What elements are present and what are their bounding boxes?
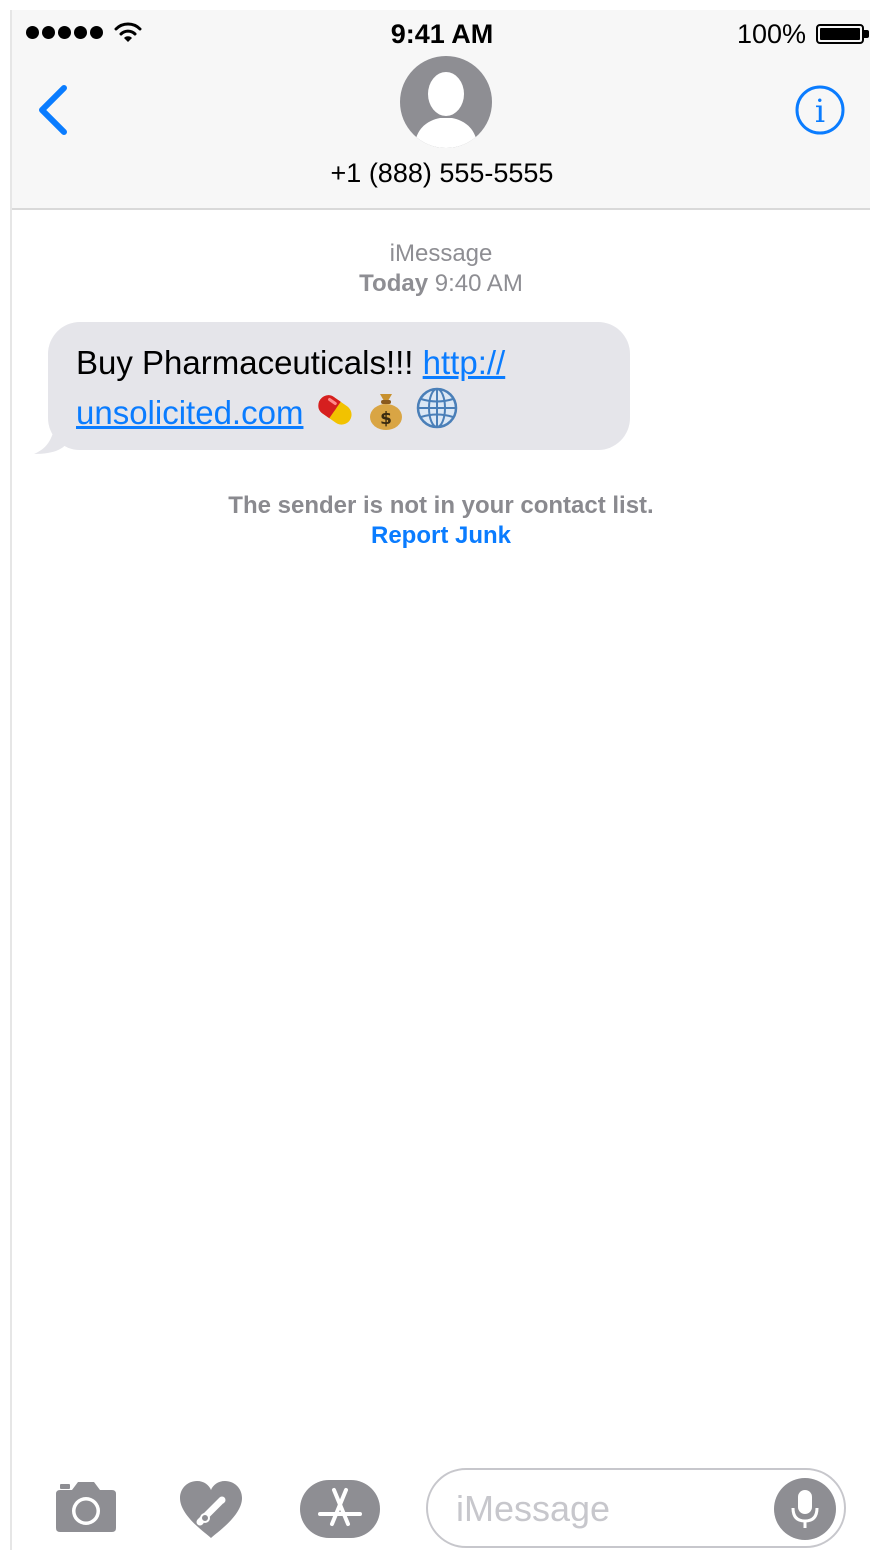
timestamp-day: Today [359, 270, 429, 297]
junk-notice: The sender is not in your contact list. [228, 492, 654, 519]
app-store-icon[interactable] [298, 1478, 382, 1540]
money-bag-emoji: $ [370, 394, 403, 430]
person-silhouette-icon [414, 72, 478, 148]
svg-text:$: $ [381, 409, 393, 429]
message-link[interactable]: http:// [423, 344, 506, 381]
digital-touch-icon[interactable] [176, 1478, 246, 1540]
back-chevron-icon[interactable] [34, 82, 74, 138]
message-timestamp: Today 9:40 AM [12, 270, 870, 298]
globe-emoji [417, 387, 458, 429]
messages-screen: 9:41 AM 100% +1 (888) 555-5555 i iMessag… [10, 10, 870, 1550]
microphone-button[interactable] [774, 1478, 836, 1540]
microphone-icon [791, 1490, 819, 1528]
info-icon[interactable]: i [794, 84, 846, 136]
contact-avatar-icon[interactable] [400, 56, 492, 148]
timestamp-time: 9:40 AM [434, 270, 523, 297]
battery-percent: 100% [736, 19, 806, 49]
pill-emoji [318, 395, 353, 425]
battery-icon [816, 24, 864, 44]
message-input-placeholder: iMessage [456, 1488, 611, 1529]
status-bar: 9:41 AM 100% [12, 10, 870, 54]
incoming-message-bubble[interactable]: Buy Pharmaceuticals!!! http:// unsolicite… [48, 322, 630, 450]
message-link-cont[interactable]: unsolicited.com [76, 394, 303, 431]
conversation-header: 9:41 AM 100% +1 (888) 555-5555 i [12, 10, 870, 210]
svg-text:i: i [815, 92, 825, 130]
contact-number[interactable]: +1 (888) 555-5555 [12, 158, 870, 189]
message-input[interactable]: iMessage [426, 1468, 846, 1548]
message-text: Buy Pharmaceuticals!!! [76, 344, 423, 381]
service-label: iMessage [389, 240, 493, 267]
report-junk-link[interactable]: Report Junk [12, 522, 870, 550]
camera-icon[interactable] [52, 1480, 120, 1534]
battery-tip [864, 30, 869, 38]
